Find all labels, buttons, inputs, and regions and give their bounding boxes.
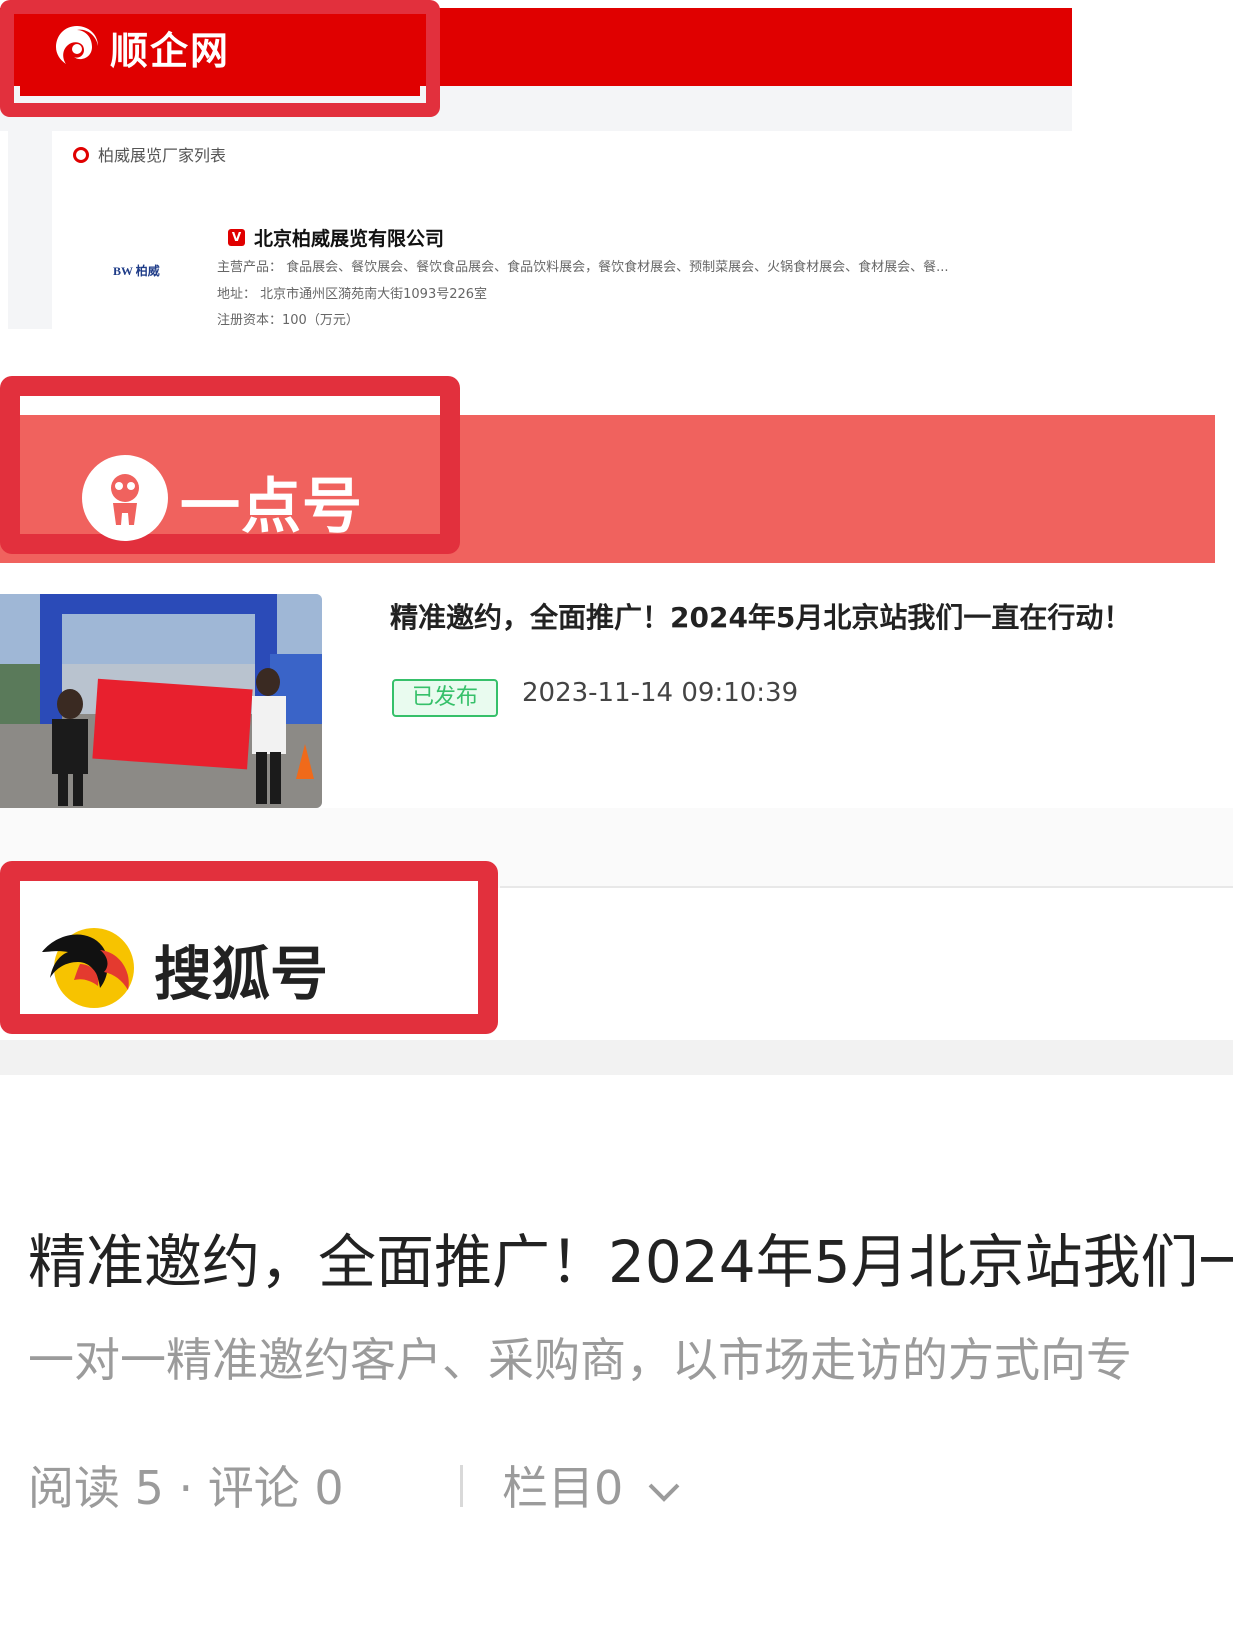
shunqi-highlight-frame [0, 0, 440, 117]
sohu-nav-strip [0, 1040, 1233, 1075]
shunqi-side-strip [8, 131, 52, 329]
sohu-brand-text: 搜狐号 [154, 940, 329, 1008]
company-address: 地址： 北京市通州区漪苑南大街1093号226室 [217, 287, 488, 302]
breadcrumb-bullet-icon [73, 147, 89, 163]
column-dropdown[interactable]: 栏目0 [502, 1452, 684, 1518]
yidian-brand-text: 一点号 [180, 472, 363, 542]
article-thumbnail-image[interactable] [0, 594, 322, 808]
company-capital: 注册资本：100（万元） [217, 313, 359, 328]
company-logo[interactable]: BW 柏威 [113, 262, 160, 279]
company-products: 主营产品： 食品展会、餐饮展会、餐饮食品展会、食品饮料展会，餐饮食材展会、预制菜… [217, 260, 949, 275]
column-label: 栏目0 [502, 1461, 624, 1515]
meta-separator [460, 1465, 463, 1507]
status-badge: 已发布 [392, 679, 498, 717]
verified-badge-icon: V [228, 229, 245, 246]
breadcrumb[interactable]: 柏威展览厂家列表 [98, 142, 226, 166]
sohu-article-subtitle: 一对一精准邀约客户、采购商，以市场走访的方式向专 [28, 1333, 1132, 1387]
article-title-link[interactable]: 精准邀约，全面推广！2024年5月北京站我们一直在行动！ [390, 596, 1131, 636]
chevron-down-icon [648, 1483, 680, 1502]
yidian-logo-icon [82, 455, 168, 541]
article-timestamp: 2023-11-14 09:10:39 [522, 678, 799, 708]
sohu-fox-logo-icon [42, 928, 134, 1008]
read-comment-count: 阅读 5 · 评论 0 [28, 1461, 344, 1515]
divider [500, 886, 1233, 888]
sohu-article-title[interactable]: 精准邀约，全面推广！2024年5月北京站我们一 [28, 1215, 1233, 1299]
company-name-link[interactable]: 北京柏威展览有限公司 [254, 224, 444, 251]
